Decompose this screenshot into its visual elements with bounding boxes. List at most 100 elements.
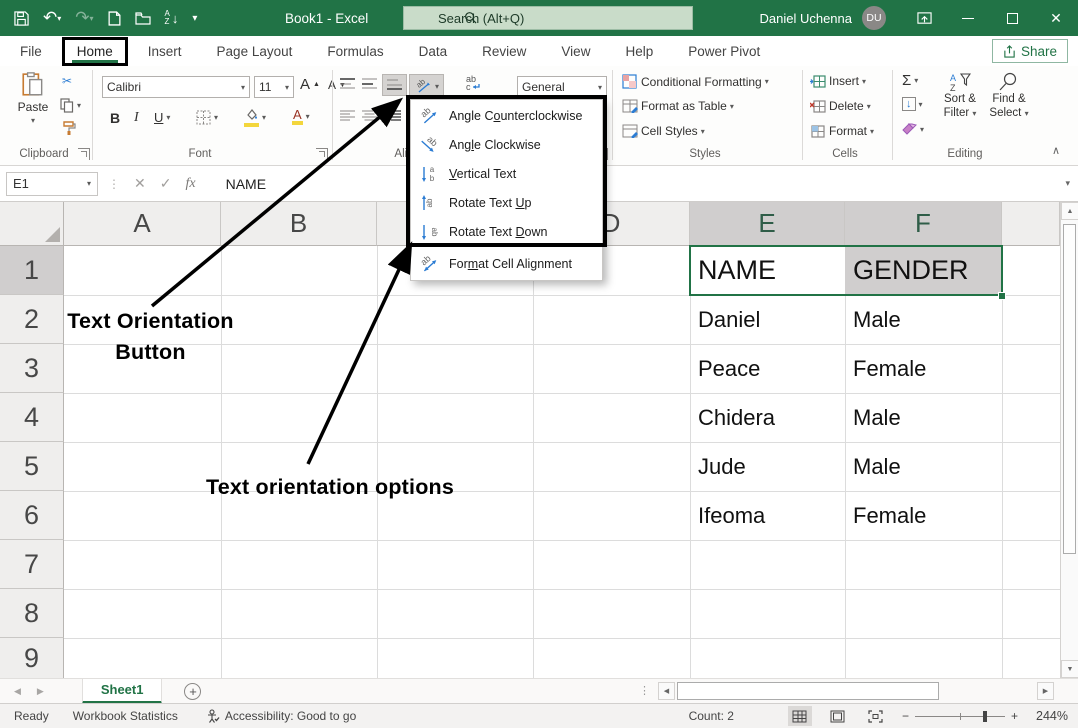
borders-button[interactable]: ▾ bbox=[196, 110, 218, 125]
wrap-text-button[interactable]: abc bbox=[464, 74, 484, 92]
tab-view[interactable]: View bbox=[546, 37, 605, 66]
cell-e5[interactable]: Jude bbox=[690, 442, 845, 491]
bold-button[interactable]: B bbox=[110, 110, 120, 126]
cell-f6[interactable]: Female bbox=[845, 491, 1002, 540]
undo-button[interactable]: ↶▾ bbox=[43, 8, 61, 28]
horizontal-scrollbar[interactable]: ◀ ▶ bbox=[658, 682, 1054, 700]
align-left-button[interactable] bbox=[340, 110, 355, 122]
find-select-button[interactable]: Find &Select ▾ bbox=[986, 72, 1032, 121]
italic-button[interactable]: I bbox=[134, 110, 139, 126]
zoom-slider-handle[interactable] bbox=[983, 711, 987, 722]
scroll-left-icon[interactable]: ◀ bbox=[658, 682, 675, 700]
cell-f4[interactable]: Male bbox=[845, 393, 1002, 442]
zoom-percentage[interactable]: 244% bbox=[1032, 709, 1068, 723]
save-icon[interactable] bbox=[14, 11, 29, 26]
cancel-icon[interactable]: ✕ bbox=[134, 175, 146, 192]
clipboard-dialog-launcher[interactable] bbox=[78, 148, 90, 160]
column-header-f[interactable]: F bbox=[845, 202, 1002, 246]
font-size-select[interactable]: 11▾ bbox=[254, 76, 294, 98]
row-header-8[interactable]: 8 bbox=[0, 589, 64, 638]
menu-item-rotate-text-up[interactable]: ab Rotate Text Up bbox=[411, 188, 602, 217]
font-color-button[interactable]: A ▾ bbox=[292, 108, 310, 125]
accessibility-status[interactable]: Accessibility: Good to go bbox=[206, 709, 356, 723]
cell-e3[interactable]: Peace bbox=[690, 344, 845, 393]
tab-help[interactable]: Help bbox=[610, 37, 668, 66]
tab-review[interactable]: Review bbox=[467, 37, 541, 66]
menu-item-angle-clockwise[interactable]: ab Angle Clockwise bbox=[411, 130, 602, 159]
page-break-preview-icon[interactable] bbox=[864, 706, 888, 726]
fill-button[interactable]: ↓▾ bbox=[902, 97, 923, 111]
menu-item-format-cell-alignment[interactable]: ab Format Cell Alignment bbox=[411, 249, 602, 279]
search-box[interactable] bbox=[403, 6, 693, 30]
formula-value[interactable]: NAME bbox=[226, 176, 266, 192]
column-header-b[interactable]: B bbox=[221, 202, 377, 246]
format-cells-button[interactable]: Format▾ bbox=[810, 124, 874, 138]
autosum-button[interactable]: Σ▾ bbox=[902, 72, 918, 89]
close-button[interactable]: ✕ bbox=[1034, 0, 1078, 36]
font-family-select[interactable]: Calibri▾ bbox=[102, 76, 250, 98]
collapse-ribbon-button[interactable]: ∧ bbox=[1052, 144, 1060, 157]
name-box[interactable]: E1▾ bbox=[6, 172, 98, 196]
scroll-down-icon[interactable]: ▼ bbox=[1061, 660, 1078, 678]
row-header-1[interactable]: 1 bbox=[0, 246, 64, 295]
font-dialog-launcher[interactable] bbox=[316, 148, 328, 160]
tab-page-layout[interactable]: Page Layout bbox=[202, 37, 308, 66]
underline-button[interactable]: U▾ bbox=[154, 110, 170, 125]
cell-styles-button[interactable]: Cell Styles▾ bbox=[622, 124, 705, 138]
paste-button[interactable]: Paste ▾ bbox=[10, 72, 56, 125]
format-painter-button[interactable] bbox=[62, 120, 77, 135]
tab-home[interactable]: Home bbox=[62, 37, 128, 66]
sheet-nav-left-icon[interactable]: ◀ bbox=[14, 686, 21, 697]
copy-button[interactable]: ▾ bbox=[60, 98, 81, 113]
page-layout-view-icon[interactable] bbox=[826, 706, 850, 726]
row-header-4[interactable]: 4 bbox=[0, 393, 64, 442]
scroll-up-icon[interactable]: ▲ bbox=[1061, 202, 1078, 220]
share-button[interactable]: Share bbox=[992, 39, 1068, 63]
cell-e4[interactable]: Chidera bbox=[690, 393, 845, 442]
row-header-5[interactable]: 5 bbox=[0, 442, 64, 491]
delete-cells-button[interactable]: Delete▾ bbox=[810, 99, 871, 113]
tab-power-pivot[interactable]: Power Pivot bbox=[673, 37, 775, 66]
align-center-button[interactable] bbox=[362, 110, 377, 122]
normal-view-icon[interactable] bbox=[788, 706, 812, 726]
column-header-e[interactable]: E bbox=[690, 202, 845, 246]
workbook-statistics-button[interactable]: Workbook Statistics bbox=[73, 709, 178, 723]
cell-e6[interactable]: Ifeoma bbox=[690, 491, 845, 540]
format-as-table-button[interactable]: Format as Table▾ bbox=[622, 99, 734, 113]
vertical-scrollbar-thumb[interactable] bbox=[1063, 224, 1076, 554]
ribbon-display-options-icon[interactable] bbox=[902, 0, 946, 36]
scroll-right-icon[interactable]: ▶ bbox=[1037, 682, 1054, 700]
zoom-out-icon[interactable]: − bbox=[902, 709, 909, 723]
vertical-scrollbar[interactable]: ▲ ▼ bbox=[1060, 202, 1078, 678]
minimize-button[interactable] bbox=[946, 0, 990, 36]
zoom-slider[interactable]: − + bbox=[902, 709, 1018, 723]
select-all-corner[interactable] bbox=[0, 202, 64, 246]
scrollbar-resize-handle[interactable]: ⋮ bbox=[639, 684, 650, 697]
middle-align-button[interactable] bbox=[362, 78, 377, 90]
top-align-button[interactable] bbox=[340, 78, 355, 90]
clear-button[interactable]: ▾ bbox=[902, 123, 924, 136]
open-file-icon[interactable] bbox=[135, 12, 151, 25]
zoom-in-icon[interactable]: + bbox=[1011, 709, 1018, 723]
number-format-select[interactable]: General▾ bbox=[517, 76, 607, 98]
customize-qat-icon[interactable]: ▾ bbox=[192, 13, 197, 24]
menu-item-rotate-text-down[interactable]: ab Rotate Text Down bbox=[411, 217, 602, 246]
expand-formula-bar-icon[interactable]: ▾ bbox=[1065, 178, 1070, 189]
insert-cells-button[interactable]: Insert▾ bbox=[810, 74, 866, 88]
column-header-a[interactable]: A bbox=[64, 202, 221, 246]
fill-handle[interactable] bbox=[998, 292, 1006, 300]
cut-button[interactable]: ✂ bbox=[62, 74, 72, 88]
row-header-7[interactable]: 7 bbox=[0, 540, 64, 589]
cell-f3[interactable]: Female bbox=[845, 344, 1002, 393]
conditional-formatting-button[interactable]: Conditional Formatting▾ bbox=[622, 74, 769, 89]
user-name[interactable]: Daniel Uchenna bbox=[759, 11, 852, 26]
redo-button[interactable]: ↷▾ bbox=[75, 8, 93, 28]
insert-function-icon[interactable]: fx bbox=[185, 176, 195, 192]
tab-insert[interactable]: Insert bbox=[133, 37, 197, 66]
increase-font-size-button[interactable]: A▲ bbox=[300, 76, 320, 93]
fill-color-button[interactable]: ▾ bbox=[244, 108, 266, 127]
tab-file[interactable]: File bbox=[5, 37, 57, 66]
orientation-button[interactable]: ab ▾ bbox=[409, 74, 444, 98]
row-header-9[interactable]: 9 bbox=[0, 638, 64, 678]
menu-item-vertical-text[interactable]: ab Vertical Text bbox=[411, 159, 602, 188]
